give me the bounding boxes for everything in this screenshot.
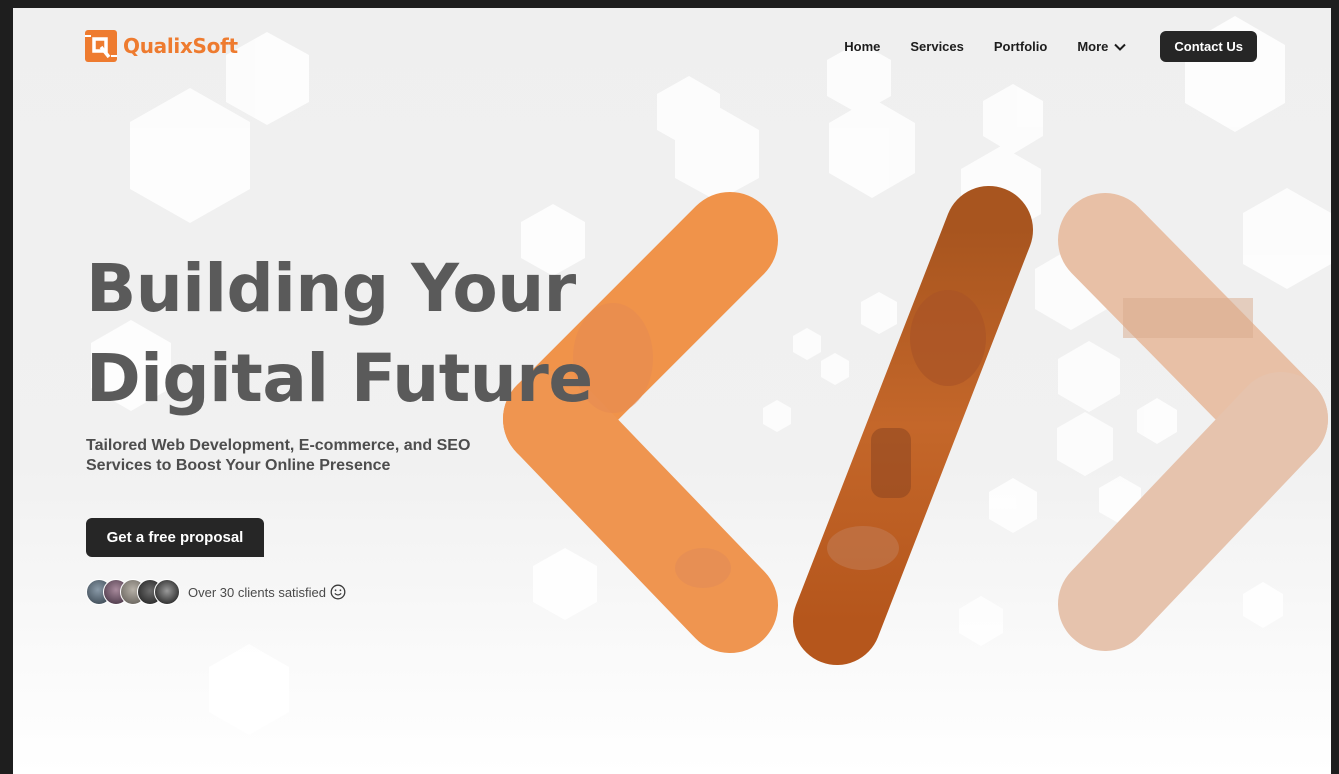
hero-subtitle: Tailored Web Development, E-commerce, an… (86, 437, 471, 474)
client-avatars (86, 579, 180, 605)
right-bracket-shape (1058, 193, 1328, 651)
hero-title-line-1: Building Your (86, 250, 576, 327)
page: QualixSoft Home Services Portfolio More … (13, 8, 1331, 774)
clients-satisfied: Over 30 clients satisfied (86, 579, 346, 605)
clients-satisfied-text: Over 30 clients satisfied (188, 584, 327, 600)
hero-title: Building Your Digital Future (86, 244, 593, 424)
avatar (154, 579, 180, 605)
get-free-proposal-button[interactable]: Get a free proposal (86, 518, 264, 557)
slash-shape (793, 186, 1033, 665)
smiley-face-icon (330, 584, 346, 600)
hero-title-line-2: Digital Future (86, 340, 593, 417)
